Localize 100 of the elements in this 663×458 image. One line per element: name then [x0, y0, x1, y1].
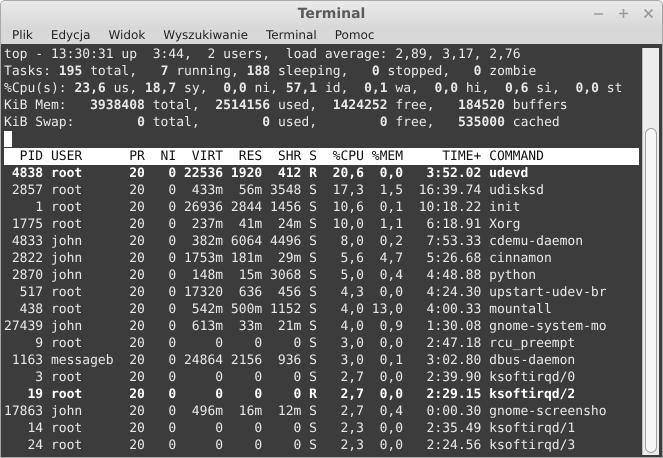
scrollbar-thumb[interactable] [645, 128, 657, 453]
table-cell-text: 0,0 [378, 335, 404, 352]
table-cell-text: gnome-screensho [488, 403, 608, 420]
table-cell-text: 13,0 [370, 301, 404, 318]
table-cell-text: 20 [128, 301, 145, 318]
table-cell-text: 3548 [269, 182, 302, 199]
table-cell-text: 0 [292, 437, 302, 454]
column-header: VIRT [190, 148, 224, 165]
table-cell-text: 0 [167, 267, 176, 284]
table-cell-text: root [50, 182, 84, 199]
table-cell-text: 24m [276, 216, 302, 233]
table-cell-text: 26936 [182, 199, 224, 216]
table-cell-text: 3:02.80 [426, 352, 482, 369]
table-cell-text: 20 [128, 386, 145, 403]
table-cell-text: 20 [128, 352, 145, 369]
table-cell-text: S [308, 233, 317, 250]
table-cell-text: root [50, 165, 84, 182]
table-cell-text: 0 [214, 420, 224, 437]
column-header: %CPU [332, 148, 364, 165]
table-cell-text: R [308, 386, 317, 403]
table-cell-text: ksoftirqd/2 [488, 386, 576, 403]
table-cell-text: 20 [128, 182, 145, 199]
table-cell-text: 2,7 [339, 369, 364, 386]
table-cell-text: 0 [214, 335, 224, 352]
table-cell-text: 0,0 [378, 420, 404, 437]
table-cell-text: S [308, 301, 317, 318]
table-cell-text: john [50, 318, 84, 335]
table-cell-text: 438 [18, 301, 44, 318]
table-cell-text: 24 [26, 437, 44, 454]
table-cell-text: 0,2 [378, 233, 404, 250]
table-cell-text: S [308, 420, 317, 437]
table-cell-text: 0 [167, 165, 176, 182]
table-cell-text: 29m [276, 250, 302, 267]
table-cell-text: 20 [128, 267, 145, 284]
table-cell-text: 542m [190, 301, 224, 318]
table-cell-text: ksoftirqd/3 [488, 437, 576, 454]
table-cell-text: ksoftirqd/0 [488, 369, 576, 386]
table-cell-text: root [50, 301, 84, 318]
table-cell-text: 433m [190, 182, 224, 199]
table-cell-text: 0 [292, 335, 302, 352]
table-cell-text: 0,0 [378, 386, 404, 403]
table-cell-text: 1920 [230, 165, 262, 182]
table-cell-text: 0 [292, 369, 302, 386]
table-cell-text: 0,4 [378, 403, 404, 420]
column-header: %MEM [370, 148, 404, 165]
table-cell-text: 3,0 [339, 352, 364, 369]
table-cell-text: 20 [128, 403, 145, 420]
table-cell-text: 15m [238, 267, 262, 284]
table-cell-text: 19 [26, 386, 44, 403]
table-cell-text: 22536 [182, 165, 224, 182]
table-cell-text: 517 [18, 284, 44, 301]
table-cell-text: 21m [276, 318, 302, 335]
table-cell-text: 12m [276, 403, 302, 420]
maximize-icon[interactable] [618, 8, 629, 19]
summary-line: KiB Mem: 3938408 total, 2514156 used, 1424252 free, 184520 buffers [4, 97, 569, 114]
table-cell-text: cinnamon [488, 250, 553, 267]
scrollbar[interactable] [642, 48, 659, 455]
table-cell-text: 4:00.33 [426, 301, 482, 318]
table-cell-text: S [308, 369, 317, 386]
table-cell-text: S [308, 267, 317, 284]
window-title: Terminal [298, 6, 366, 22]
table-cell: 27439 [4, 318, 44, 335]
table-cell-text: 0 [167, 352, 176, 369]
close-icon[interactable] [643, 8, 654, 19]
table-cell-text: 0 [167, 318, 176, 335]
table-cell-text: 936 [276, 352, 302, 369]
column-header: SHR [276, 148, 302, 165]
table-cell-text: cdemu-daemon [488, 233, 584, 250]
menu-item[interactable]: Terminal [256, 28, 326, 42]
menu-item[interactable]: Wyszukiwanie [154, 28, 257, 42]
table-cell-text: 9 [34, 335, 44, 352]
table-cell-text: john [50, 250, 84, 267]
table-cell-text: 0,0 [378, 284, 404, 301]
table-cell-text: john [50, 403, 84, 420]
table-cell-text: 4,0 [339, 318, 364, 335]
table-cell-text: upstart-udev-br [488, 284, 608, 301]
menu-item[interactable]: Widok [99, 28, 154, 42]
table-cell-text: 496m [190, 403, 224, 420]
table-cell-text: S [308, 403, 317, 420]
table-cell-text: 0 [167, 335, 176, 352]
table-cell-text: 8,0 [339, 233, 364, 250]
table-cell-text: 0 [214, 437, 224, 454]
table-cell-text: 1753m [182, 250, 224, 267]
table-cell-text: 3,0 [339, 335, 364, 352]
table-cell-text: 0 [253, 369, 262, 386]
table-cell-text: 0,0 [378, 369, 404, 386]
menu-item[interactable]: Pomoc [326, 28, 384, 42]
table-cell-text: ksoftirqd/1 [488, 420, 576, 437]
table-cell-text: 0 [253, 420, 262, 437]
table-cell-text: 5,0 [339, 267, 364, 284]
menu-item[interactable]: Edycja [42, 28, 100, 42]
table-cell-text: 2844 [230, 199, 262, 216]
table-cell-text: 10:18.22 [418, 199, 482, 216]
menu-item[interactable]: Plik [3, 28, 42, 42]
column-header: PID [18, 148, 44, 165]
table-cell-text: 16:39.74 [418, 182, 482, 199]
table-cell-text: 3068 [269, 267, 302, 284]
table-cell-text: 456 [276, 284, 302, 301]
table-cell-text: S [308, 284, 317, 301]
table-cell-text: 4838 [10, 165, 44, 182]
